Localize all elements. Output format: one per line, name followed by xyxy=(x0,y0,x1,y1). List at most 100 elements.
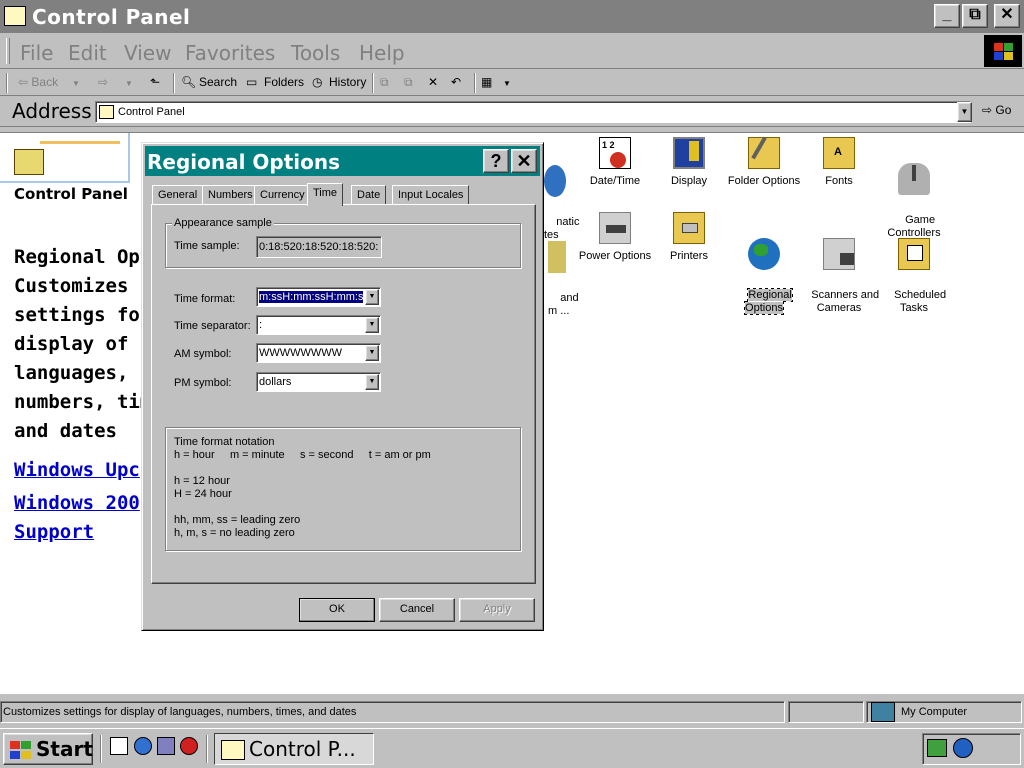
notation-line: h = hour m = minute s = second t = am or… xyxy=(174,449,431,461)
notation-line: hh, mm, ss = leading zero xyxy=(174,514,301,526)
tab-currency[interactable]: Currency xyxy=(254,185,311,205)
copy-to-icon[interactable]: ⧉ xyxy=(404,75,413,90)
window-titlebar[interactable]: Control Panel _ ⧉ ✕ xyxy=(0,0,1024,33)
support-link[interactable]: Support xyxy=(14,521,154,543)
close-button[interactable]: ✕ xyxy=(994,4,1020,28)
go-button[interactable]: ⇨ Go xyxy=(982,103,1011,117)
cp-item-fonts[interactable]: A Fonts xyxy=(799,137,879,188)
time-format-combo[interactable]: m:ssH:mm:ssH:mm:ss ▼ xyxy=(256,287,381,307)
tab-numbers[interactable]: Numbers xyxy=(202,185,259,205)
forward-dropdown[interactable]: ▼ xyxy=(125,79,133,88)
menu-grip[interactable] xyxy=(6,38,10,64)
tab-general[interactable]: General xyxy=(152,185,204,205)
cp-item-scheduled-tasks[interactable]: Scheduled Tasks xyxy=(874,212,954,328)
help-button[interactable]: ? xyxy=(483,149,509,173)
network-icon[interactable] xyxy=(927,739,947,757)
regional-options-dialog: Regional Options ? ✕ General Numbers Cur… xyxy=(141,142,544,631)
time-sample-label: Time sample: xyxy=(174,240,240,252)
internet-explorer-icon[interactable] xyxy=(134,737,152,755)
pm-symbol-combo[interactable]: dollars ▼ xyxy=(256,372,381,392)
maximize-button[interactable]: ⧉ xyxy=(962,4,988,28)
ok-button[interactable]: OK xyxy=(299,598,375,622)
forward-button[interactable]: ⇨ xyxy=(98,75,108,89)
tab-date[interactable]: Date xyxy=(351,185,387,205)
scanner-camera-icon xyxy=(823,238,855,270)
address-dropdown[interactable]: ▼ xyxy=(957,102,972,122)
windows-2000-support-link[interactable]: Windows 200 xyxy=(14,492,154,514)
cp-item-folder-options[interactable]: Folder Options xyxy=(724,136,804,188)
cp-item-display[interactable]: Display xyxy=(649,137,729,188)
undo-icon[interactable]: ↶ xyxy=(451,75,461,89)
chevron-down-icon[interactable]: ▼ xyxy=(365,374,379,390)
address-label: Address xyxy=(12,99,92,123)
cp-item-power-options[interactable]: Power Options xyxy=(575,212,655,263)
menu-file[interactable]: File xyxy=(20,41,53,65)
time-separator-value: : xyxy=(259,319,263,331)
show-desktop-icon[interactable] xyxy=(110,737,128,755)
address-input[interactable]: Control Panel xyxy=(95,101,971,123)
cp-item-regional-options[interactable]: Regional Options xyxy=(724,212,804,328)
time-separator-combo[interactable]: : ▼ xyxy=(256,315,381,335)
time-sample-field: 0:18:520:18:520:18:520:1 xyxy=(256,236,382,258)
menu-view[interactable]: View xyxy=(124,41,171,65)
scheduled-tasks-icon xyxy=(898,238,930,270)
time-sample-value: 0:18:520:18:520:18:520:1 xyxy=(259,241,379,253)
pm-symbol-value: dollars xyxy=(259,376,292,388)
back-button[interactable]: ⇦ Back xyxy=(18,75,58,89)
up-button[interactable]: ⬑ xyxy=(150,75,160,89)
toolbar-separator xyxy=(372,73,374,93)
cp-item-printers[interactable]: Printers xyxy=(649,212,729,263)
cp-item-label: Folder Options xyxy=(727,175,801,187)
chevron-down-icon[interactable]: ▼ xyxy=(365,317,379,333)
globe-icon[interactable] xyxy=(953,738,973,758)
control-panel-icon xyxy=(221,740,245,760)
desc-line: settings for xyxy=(14,304,152,326)
search-button[interactable]: Search xyxy=(199,75,237,89)
start-button[interactable]: Start xyxy=(3,733,93,765)
menu-help[interactable]: Help xyxy=(359,41,405,65)
delete-icon[interactable]: ✕ xyxy=(428,75,438,89)
cp-item-label: Regional Options xyxy=(744,288,793,315)
outlook-express-icon[interactable] xyxy=(157,737,175,755)
menu-favorites[interactable]: Favorites xyxy=(185,41,275,65)
views-dropdown[interactable]: ▼ xyxy=(503,79,511,88)
chevron-down-icon[interactable]: ▼ xyxy=(365,345,379,361)
time-tab-panel: Appearance sample Time sample: 0:18:520:… xyxy=(151,204,536,584)
status-zone: My Computer xyxy=(866,701,1022,723)
standard-toolbar: ⇦ Back ▼ ⇨ ▼ ⬑ 🔍︎ Search ▭ Folders ◷ His… xyxy=(0,70,1024,96)
views-button[interactable]: ▦ xyxy=(481,75,492,89)
notation-title: Time format notation xyxy=(174,436,275,448)
cancel-button[interactable]: Cancel xyxy=(379,598,455,622)
back-dropdown[interactable]: ▼ xyxy=(72,79,80,88)
address-value: Control Panel xyxy=(118,106,185,118)
phone-icon xyxy=(548,241,566,273)
windows-logo xyxy=(984,35,1022,67)
desc-line: numbers, tim xyxy=(14,391,152,413)
cp-item-label: Fonts xyxy=(825,175,853,187)
calendar-clock-icon: 1 2 xyxy=(599,137,631,169)
tab-input-locales[interactable]: Input Locales xyxy=(392,185,470,205)
zone-label: My Computer xyxy=(901,706,968,718)
move-to-icon[interactable]: ⧉ xyxy=(380,75,389,90)
apply-button[interactable]: Apply xyxy=(459,598,535,622)
dialog-titlebar[interactable]: Regional Options ? ✕ xyxy=(145,146,540,176)
menu-edit[interactable]: Edit xyxy=(68,41,107,65)
am-symbol-combo[interactable]: WWWWWWWW ▼ xyxy=(256,343,381,363)
taskbar-item-control-panel[interactable]: Control P... xyxy=(214,733,374,765)
panel-header: Control Panel xyxy=(14,185,128,203)
minimize-button[interactable]: _ xyxy=(934,4,960,28)
menu-tools[interactable]: Tools xyxy=(291,41,340,65)
folders-button[interactable]: Folders xyxy=(264,75,304,89)
chevron-down-icon[interactable]: ▼ xyxy=(365,289,379,305)
system-tray xyxy=(922,733,1021,765)
cp-item-date-time[interactable]: 1 2 Date/Time xyxy=(575,137,655,188)
dialog-close-button[interactable]: ✕ xyxy=(511,149,537,173)
windows-update-link[interactable]: Windows Upc xyxy=(14,459,154,481)
media-player-icon[interactable] xyxy=(180,737,198,755)
control-panel-icon xyxy=(14,149,44,175)
time-format-label: Time format: xyxy=(174,293,236,305)
history-button[interactable]: History xyxy=(329,75,366,89)
dialog-title: Regional Options xyxy=(147,150,341,174)
tab-time[interactable]: Time xyxy=(307,183,344,206)
cp-item-scanners-cameras[interactable]: Scanners and Cameras xyxy=(799,212,879,328)
